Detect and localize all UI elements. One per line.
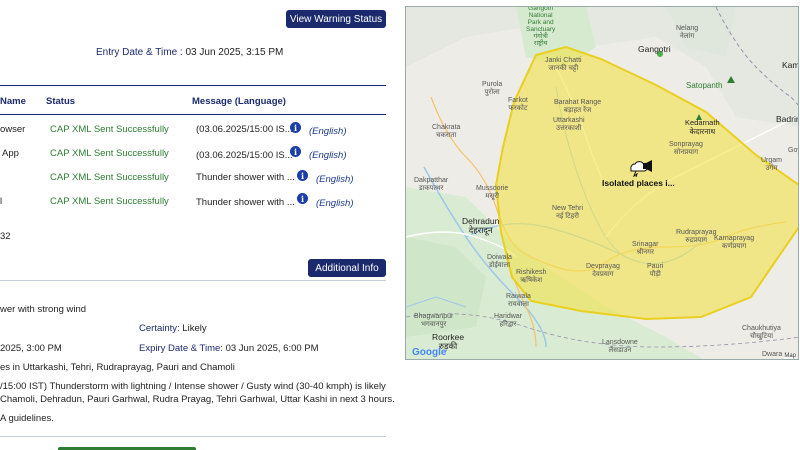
- place-badrinath: Badrin: [776, 114, 799, 124]
- place-bhagwanpur: Bhagwanpur भगवानपुर: [414, 313, 454, 328]
- certainty-label: Certainty:: [139, 323, 180, 334]
- col-header-name: Name: [0, 96, 26, 107]
- place-urgam: Urgam उर्गम: [761, 157, 783, 172]
- guidelines-text: A guidelines.: [0, 413, 54, 424]
- table-header-divider: [0, 114, 386, 115]
- table-footer-count: 32: [0, 231, 11, 242]
- table-top-divider: [0, 85, 386, 86]
- place-goy: Goy: [788, 147, 798, 154]
- place-dwara: Dwara: [762, 351, 783, 358]
- certainty: Certainty: Likely: [139, 323, 207, 334]
- place-haridwar: Haridwar हरिद्वार: [494, 313, 523, 328]
- place-chaukhutiya: Chaukhutiya चौखुटिया: [742, 325, 781, 340]
- row-language-link[interactable]: (English): [309, 150, 347, 161]
- row-language-link[interactable]: (English): [309, 126, 347, 137]
- place-dakpatthar: Dakpatthar डाकपत्थर: [414, 177, 449, 192]
- expiry-value: 03 Jun 2025, 6:00 PM: [225, 343, 319, 354]
- place-chakrata: Chakrata चकराता: [432, 124, 461, 139]
- row-message: Thunder shower with ...: [196, 197, 295, 208]
- place-kedarnath: Kedarnath केदारनाथ: [685, 118, 720, 136]
- row-status: CAP XML Sent Successfully: [50, 124, 169, 135]
- place-devprayag: Devprayag देवप्रयाग: [586, 263, 620, 278]
- place-new-tehri: New Tehri नई टिहरी: [552, 205, 583, 220]
- place-mussoorie: Mussoorie मसूरी: [476, 185, 509, 200]
- info-icon[interactable]: i: [297, 193, 308, 204]
- place-nelang: Nelang नेलांग: [676, 25, 699, 40]
- place-barahat: Barahat Range बड़ाहत रेंज: [554, 99, 602, 114]
- details-divider: [0, 280, 386, 281]
- col-header-status: Status: [46, 96, 76, 107]
- row-status: CAP XML Sent Successfully: [50, 172, 169, 183]
- info-icon[interactable]: i: [297, 170, 308, 181]
- description-line-2: Chamoli, Dehradun, Pauri Garhwal, Rudra …: [0, 394, 395, 405]
- place-rishikesh: Rishikesh ऋषिकेश: [516, 269, 547, 284]
- map-polygon-label: Isolated places i...: [602, 178, 675, 188]
- row-name: App: [2, 148, 19, 159]
- place-gangotri: Gangotri: [638, 44, 671, 54]
- expiry: Expiry Date & Time: 03 Jun 2025, 6:00 PM: [139, 343, 319, 354]
- view-warning-status-button[interactable]: View Warning Status: [286, 10, 386, 28]
- col-header-message: Message (Language): [192, 96, 286, 107]
- place-sonprayag: Sonprayag सोनप्रयाग: [669, 141, 703, 156]
- place-janki-chatti: Janki Chatti जानकी चट्टी: [545, 57, 582, 72]
- place-kame: Kame: [782, 60, 799, 70]
- map-attribution[interactable]: Map: [784, 353, 796, 359]
- row-name: owser: [0, 124, 26, 135]
- place-gangotri-np: Gangotri National Park and Sanctuary गंग…: [526, 6, 556, 47]
- place-dehradun: Dehradun देहरादून: [462, 216, 500, 235]
- place-satopanth: Satopanth: [686, 81, 723, 90]
- bottom-divider: [0, 436, 386, 437]
- row-message: Thunder shower with ...: [196, 172, 295, 183]
- certainty-value: Likely: [182, 323, 207, 334]
- row-message: (03.06.2025/15:00 IS...: [196, 124, 293, 135]
- warning-map[interactable]: Isolated places i... Gangotri National P…: [405, 6, 799, 360]
- additional-info-button[interactable]: Additional Info: [308, 259, 386, 277]
- row-status: CAP XML Sent Successfully: [50, 148, 169, 159]
- place-srinagar: Srinagar श्रीनगर: [632, 241, 659, 256]
- row-language-link[interactable]: (English): [316, 198, 354, 209]
- event-text: wer with strong wind: [0, 304, 87, 315]
- place-purola: Purola पुरोला: [482, 81, 503, 96]
- place-lansdowne: Lansdowne लैंसडाउन: [602, 339, 638, 354]
- description-line-1: /15:00 IST) Thunderstorm with lightning …: [0, 381, 386, 392]
- row-status: CAP XML Sent Successfully: [50, 196, 169, 207]
- place-pauri: Pauri पौड़ी: [647, 263, 664, 278]
- row-message: (03.06.2025/15:00 IS...: [196, 150, 293, 161]
- entry-value: 03 Jun 2025, 3:15 PM: [185, 47, 284, 58]
- place-doiwala: Doiwala डोईवाला: [487, 254, 512, 269]
- google-logo: Google: [412, 347, 446, 358]
- entry-label: Entry Date & Time :: [96, 47, 183, 58]
- place-farkot: Farkot फरकोट: [508, 97, 528, 112]
- onset-text: 2025, 3:00 PM: [0, 343, 62, 354]
- thunder-warning-icon[interactable]: [628, 157, 656, 177]
- row-name: l: [0, 196, 3, 207]
- row-language-link[interactable]: (English): [316, 174, 354, 185]
- place-karnaprayag: Karnaprayag कर्णप्रयाग: [714, 235, 755, 250]
- info-icon[interactable]: i: [290, 146, 301, 157]
- area-text: es in Uttarkashi, Tehri, Rudraprayag, Pa…: [0, 362, 235, 373]
- place-raiwala: Raiwala रायवाला: [506, 293, 531, 308]
- entry-date-time: Entry Date & Time : 03 Jun 2025, 3:15 PM: [96, 47, 283, 58]
- google-logo-text: Google: [412, 347, 447, 358]
- place-uttarkashi: Uttarkashi उत्तरकाशी: [553, 117, 585, 132]
- place-rudraprayag: Rudraprayag रुद्रप्रयाग: [676, 229, 717, 244]
- info-icon[interactable]: i: [290, 122, 301, 133]
- expiry-label: Expiry Date & Time:: [139, 343, 223, 354]
